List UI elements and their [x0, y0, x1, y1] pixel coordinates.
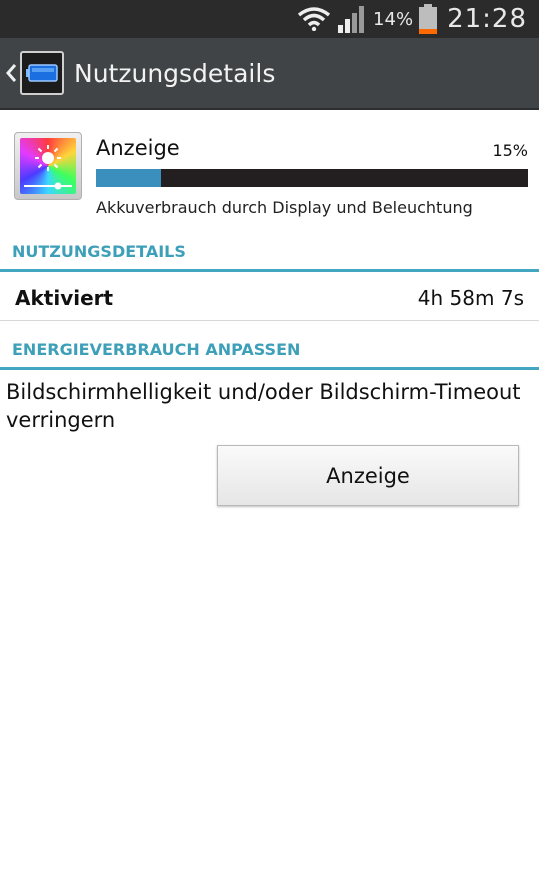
section-header-usage-details: NUTZUNGSDETAILS — [0, 238, 539, 272]
back-chevron-icon[interactable] — [4, 62, 18, 84]
display-settings-icon — [14, 132, 82, 200]
usage-description: Akkuverbrauch durch Display und Beleucht… — [96, 198, 473, 217]
usage-progress-bar — [96, 169, 528, 187]
wifi-icon — [297, 7, 331, 31]
section-header-adjust: ENERGIEVERBRAUCH ANPASSEN — [0, 336, 539, 370]
battery-icon — [26, 64, 58, 82]
usage-summary: Anzeige 15% Akkuverbrauch durch Display … — [0, 110, 539, 230]
signal-icon — [338, 6, 365, 33]
status-bar: 14% 21:28 — [0, 0, 539, 38]
brightness-slider-icon — [24, 182, 72, 190]
action-bar: Nutzungsdetails — [0, 38, 539, 110]
activated-value: 4h 58m 7s — [417, 285, 524, 310]
battery-app-icon[interactable] — [20, 51, 64, 95]
page-title: Nutzungsdetails — [74, 58, 276, 88]
activated-label: Aktiviert — [15, 285, 114, 310]
activated-row: Aktiviert 4h 58m 7s — [0, 275, 539, 321]
usage-percent: 15% — [492, 141, 528, 160]
battery-percent: 14% — [373, 8, 414, 30]
clock: 21:28 — [447, 4, 527, 34]
adjust-hint: Bildschirmhelligkeit und/oder Bildschirm… — [6, 380, 521, 432]
usage-progress-fill — [96, 169, 161, 187]
battery-icon — [419, 4, 438, 34]
usage-name: Anzeige — [96, 136, 180, 160]
brightness-icon — [35, 145, 61, 171]
display-settings-button[interactable]: Anzeige — [217, 445, 519, 506]
